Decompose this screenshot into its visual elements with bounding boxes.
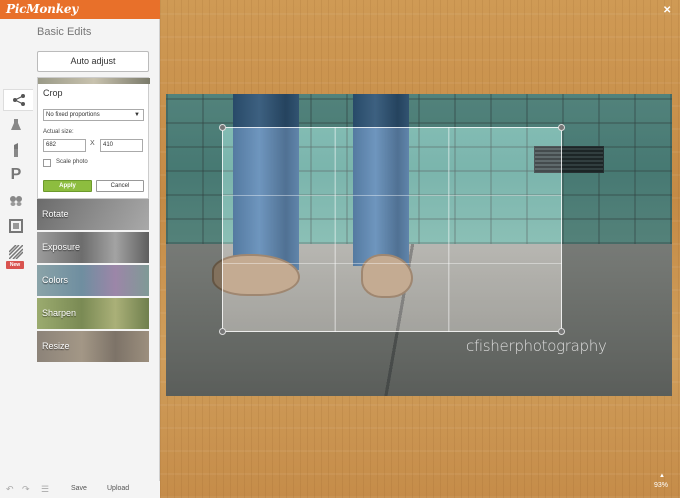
crop-handle-bottom-right[interactable] — [558, 328, 565, 335]
auto-adjust-button[interactable]: Auto adjust — [37, 51, 149, 72]
size-separator: X — [90, 140, 95, 147]
scale-photo-label: Scale photo — [56, 159, 88, 165]
lipstick-icon[interactable] — [4, 139, 28, 161]
crop-panel: Crop No fixed proportions ▼ Actual size:… — [37, 77, 150, 199]
crop-header-stripe — [38, 78, 150, 84]
crop-handle-top-right[interactable] — [558, 124, 565, 131]
resize-tile[interactable]: Resize — [37, 331, 149, 362]
new-badge: New — [6, 261, 24, 269]
crop-nodes-icon[interactable] — [3, 89, 33, 111]
frame-icon[interactable] — [4, 215, 28, 237]
exposure-tile[interactable]: Exposure — [37, 232, 149, 263]
sharpen-tile[interactable]: Sharpen — [37, 298, 149, 329]
tool-rail: P New — [0, 80, 33, 270]
upload-button[interactable]: Upload — [107, 485, 129, 492]
crop-shade-right — [562, 127, 672, 332]
history-icon[interactable]: ☰ — [41, 484, 49, 495]
close-icon[interactable]: ✕ — [663, 5, 671, 16]
zoom-level[interactable]: 93% — [654, 482, 668, 489]
colors-tile[interactable]: Colors — [37, 265, 149, 296]
height-input[interactable]: 410 — [100, 139, 143, 152]
section-title: Basic Edits — [37, 26, 92, 38]
rotate-tile[interactable]: Rotate — [37, 199, 149, 230]
p-icon[interactable]: P — [4, 164, 28, 186]
zoom-caret-icon[interactable]: ▲ — [659, 473, 665, 479]
butterfly-icon[interactable] — [4, 190, 28, 212]
editor-sidebar: PicMonkey Basic Edits P New Auto adjust … — [0, 0, 160, 498]
photo-watermark: cfisherphotography — [466, 337, 607, 355]
crop-box[interactable] — [219, 124, 565, 335]
crop-shade-top — [166, 94, 672, 127]
picmonkey-logo[interactable]: PicMonkey — [6, 2, 78, 16]
redo-icon[interactable]: ↷ — [22, 484, 30, 495]
undo-icon[interactable]: ↶ — [6, 484, 14, 495]
dropdown-arrow-icon: ▼ — [134, 112, 140, 118]
actual-size-label: Actual size: — [43, 129, 74, 135]
scale-photo-checkbox[interactable] — [43, 159, 51, 167]
texture-icon[interactable] — [4, 241, 28, 263]
proportions-value: No fixed proportions — [46, 112, 100, 118]
flask-icon[interactable] — [4, 114, 28, 136]
proportions-select[interactable]: No fixed proportions ▼ — [43, 109, 144, 121]
cancel-button[interactable]: Cancel — [96, 180, 144, 192]
crop-handle-top-left[interactable] — [219, 124, 226, 131]
photo[interactable]: cfisherphotography — [166, 94, 672, 396]
crop-handle-bottom-left[interactable] — [219, 328, 226, 335]
logo-bar: PicMonkey — [0, 0, 160, 19]
width-input[interactable]: 682 — [43, 139, 86, 152]
crop-shade-left — [166, 127, 222, 332]
apply-button[interactable]: Apply — [43, 180, 92, 192]
crop-title[interactable]: Crop — [43, 88, 63, 98]
save-button[interactable]: Save — [71, 485, 87, 492]
